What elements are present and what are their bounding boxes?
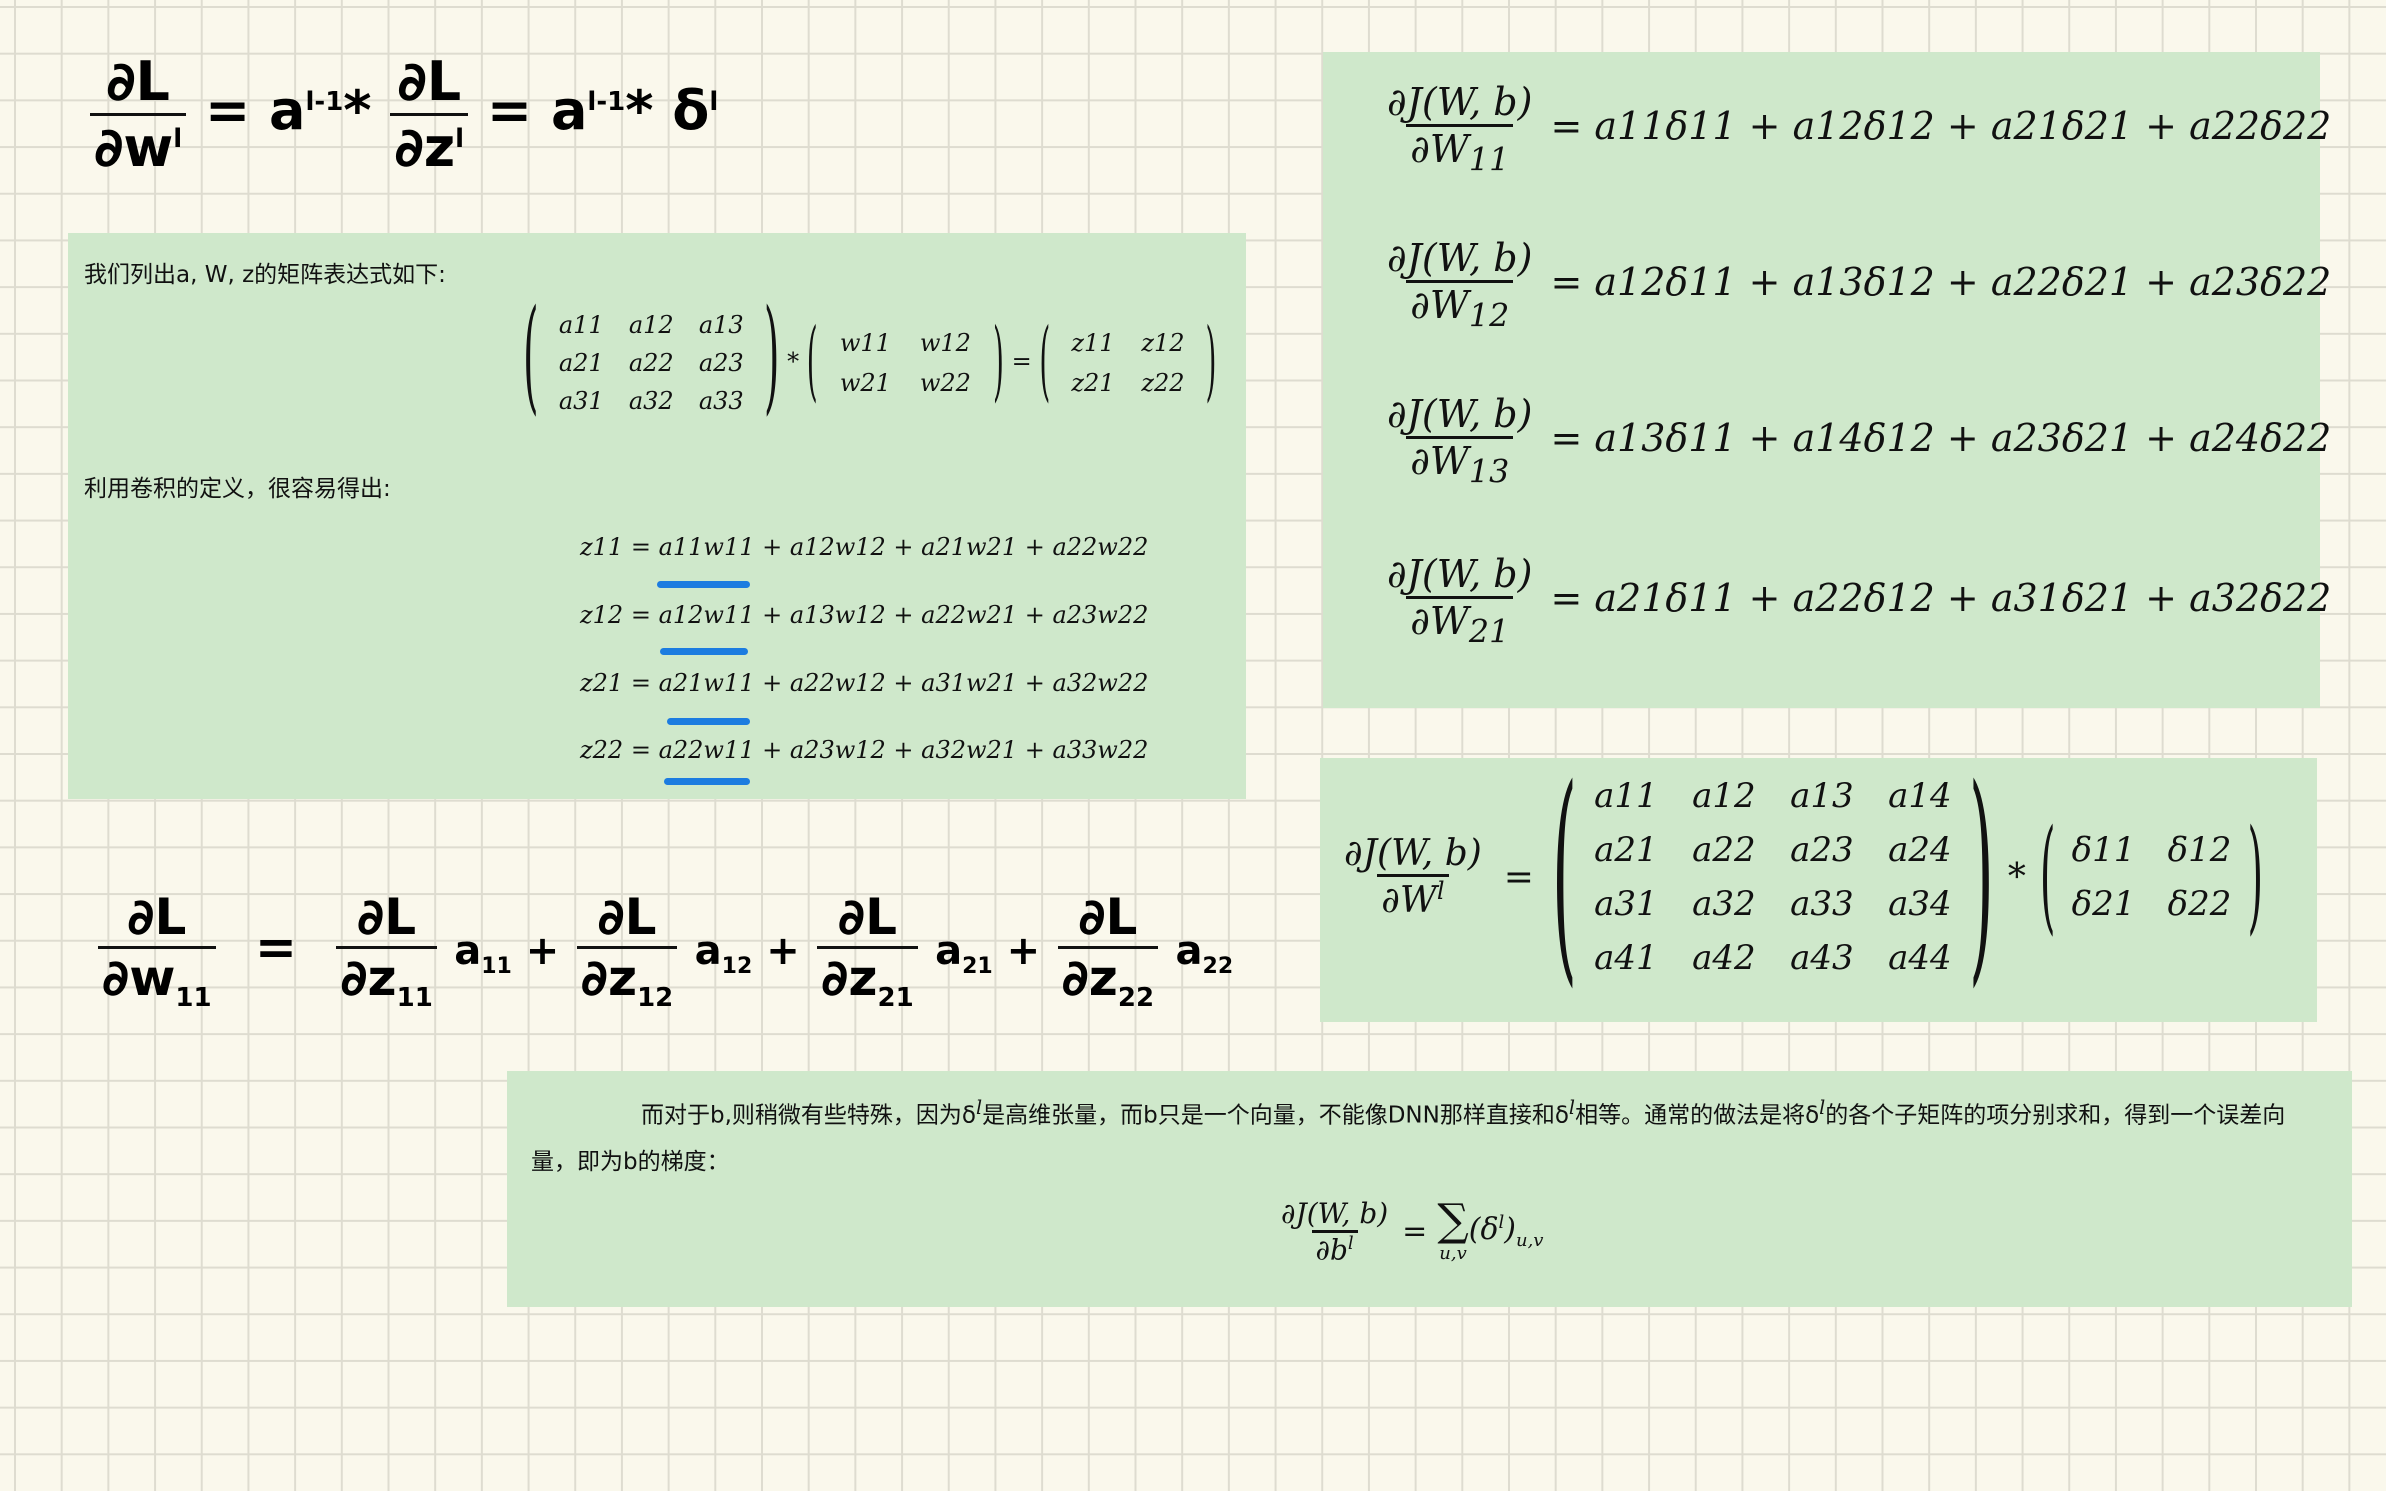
equation-z22: z22 = a22w11 + a23w12 + a32w21 + a33w22 [580, 736, 1149, 764]
right-top-panel: ∂J(W, b) ∂W11 = a11δ11 + a12δ12 + a21δ21 +… [1323, 52, 2331, 708]
gradient-matrix-equation: ∂J(W, b) ∂Wl = ( a11 a12 a13 a14 a21 a22 a23 a2… [1344, 743, 2264, 1011]
underline-3 [667, 718, 750, 725]
delta-matrix: δ11 δ12 δ21 δ22 [2071, 830, 2232, 924]
matrix-expression: ( a11 a12 a13 a21 a22 a23 a31 a32 a33 ) * ( w1… [523, 285, 1217, 428]
a-matrix: a11 a12 a13 a21 a22 a23 a31 a32 a33 [558, 311, 744, 415]
intro-text: 我们列出a, W, z的矩阵表达式如下: [84, 262, 446, 288]
equation-z11: z11 = a11w11 + a12w12 + a21w21 + a22w22 [580, 533, 1149, 561]
handwritten-top-formula: ∂L ∂wl = al-1* ∂L ∂zl = al-1* δl [90, 50, 718, 179]
gradient-row-13: ∂J(W, b) ∂W13 = a13δ11 + a14δ12 + a23δ21 +… [1387, 392, 2332, 491]
conv-text: 利用卷积的定义，很容易得出: [84, 476, 391, 502]
a-matrix-4x4: a11 a12 a13 a14 a21 a22 a23 a24 a31 a32 a33 a34 a… [1594, 776, 1952, 978]
underline-1 [657, 581, 750, 588]
handwritten-bottom-formula: ∂L ∂w11 = ∂L ∂z11 a11 + ∂L ∂z12 a12 + ∂L ∂z2… [98, 888, 1233, 1013]
right-mid-panel: ∂J(W, b) ∂Wl = ( a11 a12 a13 a14 a21 a22 a23 a2… [1320, 743, 2317, 1022]
bottom-panel: 而对于b,则稍微有些特殊，因为δl是高维张量，而b只是一个向量，不能像DNN那样… [507, 1071, 2352, 1307]
left-panel: 我们列出a, W, z的矩阵表达式如下: ( a11 a12 a13 a21 a22 a… [68, 233, 1246, 799]
gradient-row-12: ∂J(W, b) ∂W12 = a12δ11 + a13δ12 + a22δ21 +… [1387, 236, 2332, 335]
bias-gradient-formula: ∂J(W, b) ∂bl = ∑ u,v (δl)u,v [1281, 1195, 1544, 1267]
w-matrix: w11 w12 w21 w22 [839, 329, 971, 397]
gradient-row-11: ∂J(W, b) ∂W11 = a11δ11 + a12δ12 + a21δ21 +… [1387, 80, 2332, 179]
gradient-row-21: ∂J(W, b) ∂W21 = a21δ11 + a22δ12 + a31δ21 +… [1387, 552, 2332, 651]
z-matrix: z11 z12 z21 z22 [1071, 329, 1185, 397]
equation-z21: z21 = a21w11 + a22w12 + a31w21 + a32w22 [580, 669, 1149, 697]
bias-explanation: 而对于b,则稍微有些特殊，因为δl是高维张量，而b只是一个向量，不能像DNN那样… [531, 1096, 2286, 1175]
underline-4 [664, 778, 750, 785]
equation-z12: z12 = a12w11 + a13w12 + a22w21 + a23w22 [580, 601, 1149, 629]
underline-2 [660, 648, 748, 655]
